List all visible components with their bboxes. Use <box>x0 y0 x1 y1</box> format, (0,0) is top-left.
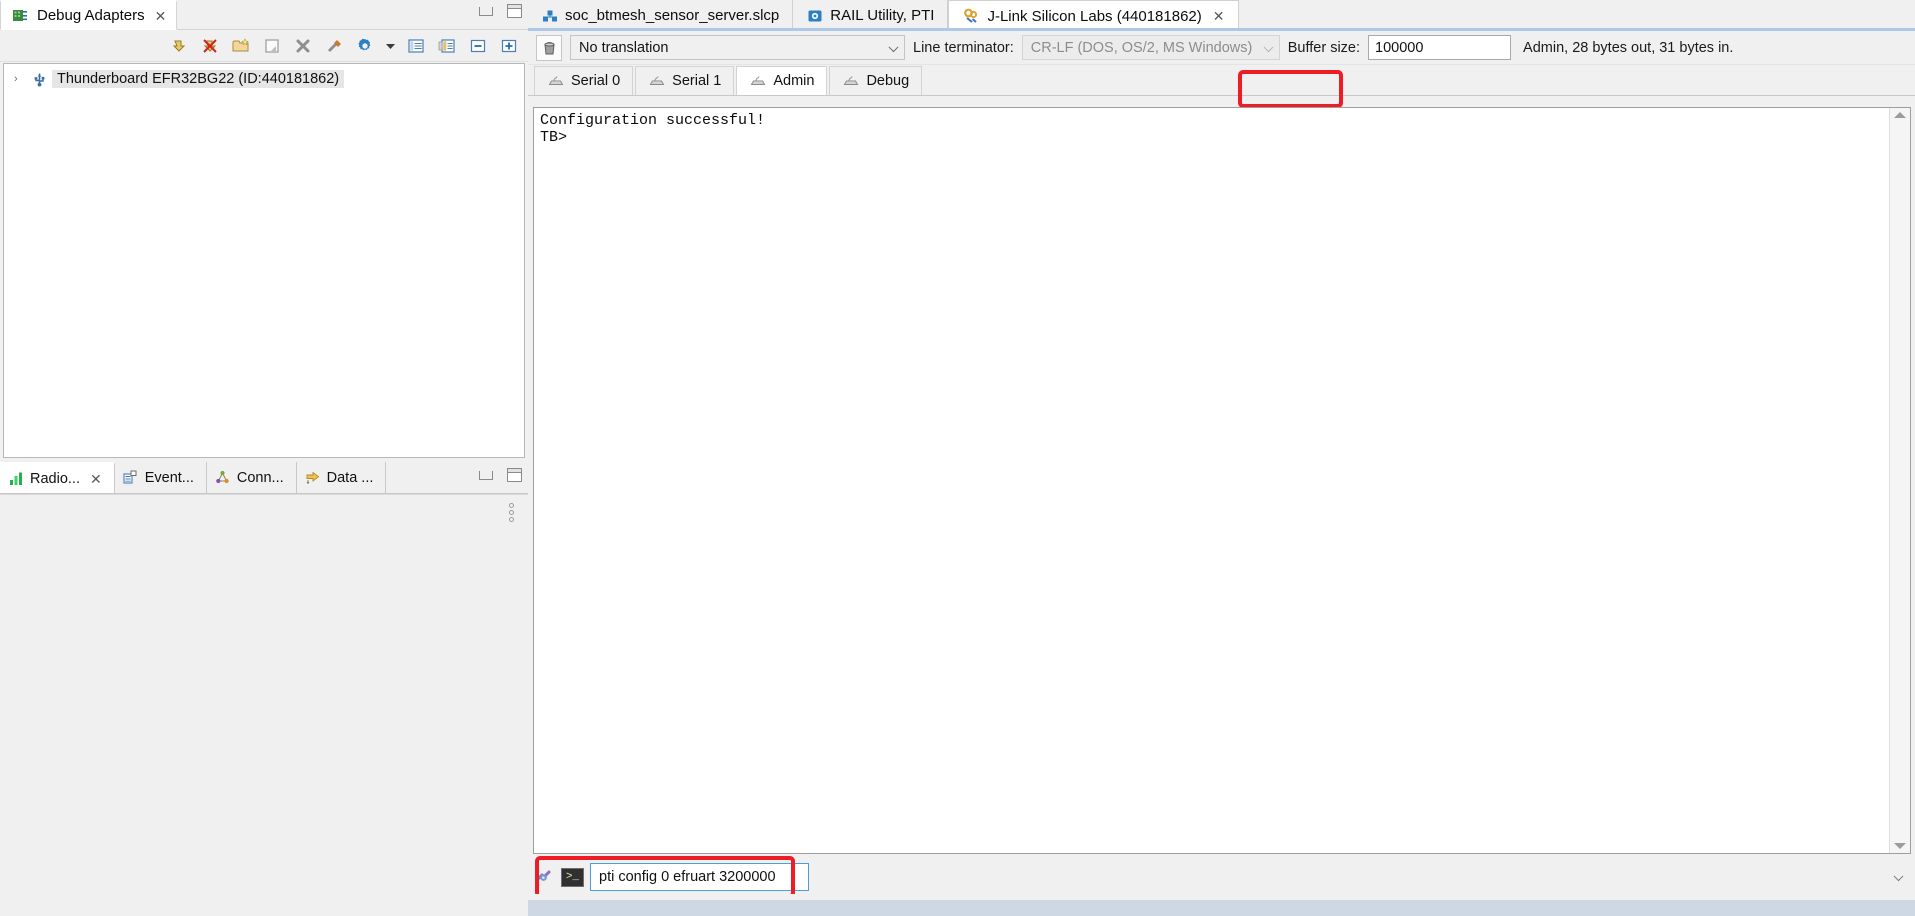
console-prompt-icon[interactable]: >_ <box>561 867 584 887</box>
tab-label: Admin <box>773 73 815 89</box>
view-tab-debug-adapters[interactable]: Debug Adapters ✕ <box>0 0 178 30</box>
view-menu-dots-icon[interactable] <box>509 503 514 522</box>
lower-left-window-buttons <box>479 468 522 482</box>
tab-label: Serial 0 <box>571 73 621 89</box>
command-input[interactable] <box>590 863 809 891</box>
command-bar: >_ <box>533 860 1911 894</box>
serial-port-icon <box>749 70 766 92</box>
tab-serial-0[interactable]: Serial 0 <box>534 66 634 95</box>
editor-tab-label: soc_btmesh_sensor_server.slcp <box>565 7 780 24</box>
view-tab-label: Debug Adapters <box>37 7 145 24</box>
maximize-icon[interactable] <box>507 468 522 482</box>
tree-item-label: Thunderboard EFR32BG22 (ID:440181862) <box>52 70 345 88</box>
scroll-down-arrow-icon[interactable] <box>1894 843 1906 849</box>
data-arrow-icon <box>305 467 321 489</box>
slcp-project-icon <box>541 5 558 27</box>
buffer-size-input[interactable] <box>1368 35 1512 60</box>
lower-left-content <box>3 497 525 913</box>
chevron-down-icon <box>1263 41 1274 52</box>
application-window: Debug Adapters ✕ › Thunderboard EFR32BG2… <box>0 0 1915 916</box>
terminal-tabrow: Serial 0 Serial 1 Admin Debug <box>528 65 1915 96</box>
show-details-icon[interactable] <box>405 35 427 57</box>
status-bar <box>528 900 1915 916</box>
maximize-icon[interactable] <box>507 4 522 18</box>
tab-label: Event... <box>144 469 194 486</box>
minimize-icon[interactable] <box>479 6 493 16</box>
line-terminator-label: Line terminator: <box>913 39 1014 56</box>
tab-label: Radio... <box>30 470 80 487</box>
debug-adapters-toolbar <box>0 30 528 62</box>
editor-tabrow: soc_btmesh_sensor_server.slcp RAIL Utili… <box>528 0 1915 31</box>
tab-label: Debug <box>866 73 910 89</box>
close-icon[interactable]: ✕ <box>155 9 167 23</box>
tab-debug[interactable]: Debug <box>829 66 923 95</box>
lower-left-tabrow: Radio... ✕ Event... Conn... Data ... <box>0 462 528 494</box>
editor-tab-label: RAIL Utility, PTI <box>830 7 935 24</box>
rename-icon[interactable] <box>261 35 283 57</box>
jlink-icon <box>962 5 980 27</box>
collapse-all-icon[interactable] <box>467 35 489 57</box>
command-input-wrapper <box>590 863 1911 891</box>
radio-bars-icon <box>8 468 24 490</box>
debug-adapters-tabrow: Debug Adapters ✕ <box>0 0 528 30</box>
terminal-output-text: Configuration successful! TB> <box>540 112 766 146</box>
debug-adapters-icon <box>9 5 31 27</box>
expand-all-icon[interactable] <box>498 35 520 57</box>
tab-label: Conn... <box>236 469 284 486</box>
left-column: Debug Adapters ✕ › Thunderboard EFR32BG2… <box>0 0 528 916</box>
lower-left-body <box>0 494 528 916</box>
connection-status-text: Admin, 28 bytes out, 31 bytes in. <box>1523 39 1734 56</box>
editor-tab-slcp[interactable]: soc_btmesh_sensor_server.slcp <box>528 0 794 31</box>
line-terminator-combo[interactable]: CR-LF (DOS, OS/2, MS Windows) <box>1021 35 1280 60</box>
tab-label: Serial 1 <box>672 73 722 89</box>
debug-adapters-view: Debug Adapters ✕ › Thunderboard EFR32BG2… <box>0 0 528 462</box>
settings-gear-icon[interactable] <box>354 35 376 57</box>
terminal-vertical-scrollbar[interactable] <box>1889 108 1910 853</box>
link-broken-icon[interactable] <box>533 866 555 888</box>
serial-port-icon <box>842 70 859 92</box>
minimize-icon[interactable] <box>479 470 493 480</box>
translation-value: No translation <box>579 39 669 56</box>
terminal-output-panel[interactable]: Configuration successful! TB> <box>533 107 1911 854</box>
clear-console-icon[interactable] <box>536 34 562 61</box>
dropdown-arrow-icon[interactable] <box>385 35 396 57</box>
tab-conn[interactable]: Conn... <box>206 462 297 493</box>
configure-tools-icon[interactable] <box>323 35 345 57</box>
debug-adapters-tree[interactable]: › Thunderboard EFR32BG22 (ID:440181862) <box>3 63 525 458</box>
connect-adapter-icon[interactable] <box>168 35 190 57</box>
show-console-icon[interactable] <box>436 35 458 57</box>
serial-port-icon <box>648 70 665 92</box>
buffer-size-label: Buffer size: <box>1287 39 1361 56</box>
lower-left-view: Radio... ✕ Event... Conn... Data ... <box>0 462 528 916</box>
tab-label: Data ... <box>326 469 374 486</box>
tab-data[interactable]: Data ... <box>296 462 387 493</box>
serial-port-icon <box>547 70 564 92</box>
line-terminator-value: CR-LF (DOS, OS/2, MS Windows) <box>1030 39 1253 56</box>
usb-device-icon <box>31 71 47 87</box>
tab-admin[interactable]: Admin <box>736 66 828 95</box>
disconnect-adapter-icon[interactable] <box>199 35 221 57</box>
new-folder-icon[interactable] <box>230 35 252 57</box>
terminal-toolbar: No translation Line terminator: CR-LF (D… <box>528 31 1915 65</box>
editor-tab-jlink[interactable]: J-Link Silicon Labs (440181862) ✕ <box>948 0 1239 31</box>
editor-tab-rail-utility[interactable]: RAIL Utility, PTI <box>793 0 949 31</box>
editor-tab-label: J-Link Silicon Labs (440181862) <box>987 7 1202 25</box>
delete-icon[interactable] <box>292 35 314 57</box>
tab-event[interactable]: Event... <box>114 462 207 493</box>
close-icon[interactable]: ✕ <box>1213 9 1225 23</box>
close-icon[interactable]: ✕ <box>90 472 102 486</box>
tab-radio[interactable]: Radio... ✕ <box>0 462 115 493</box>
translation-combo[interactable]: No translation <box>570 35 905 60</box>
tree-item-thunderboard[interactable]: › Thunderboard EFR32BG22 (ID:440181862) <box>4 68 524 90</box>
debug-adapters-window-buttons <box>479 4 522 18</box>
chevron-right-icon[interactable]: › <box>14 73 26 85</box>
history-dropdown-icon[interactable] <box>1893 871 1904 882</box>
editor-area: soc_btmesh_sensor_server.slcp RAIL Utili… <box>528 0 1915 916</box>
tab-serial-1[interactable]: Serial 1 <box>635 66 735 95</box>
scroll-up-arrow-icon[interactable] <box>1894 112 1906 118</box>
connection-graph-icon <box>215 467 231 489</box>
chevron-down-icon <box>888 41 899 52</box>
event-table-icon <box>123 467 139 489</box>
rail-utility-icon <box>806 5 823 27</box>
